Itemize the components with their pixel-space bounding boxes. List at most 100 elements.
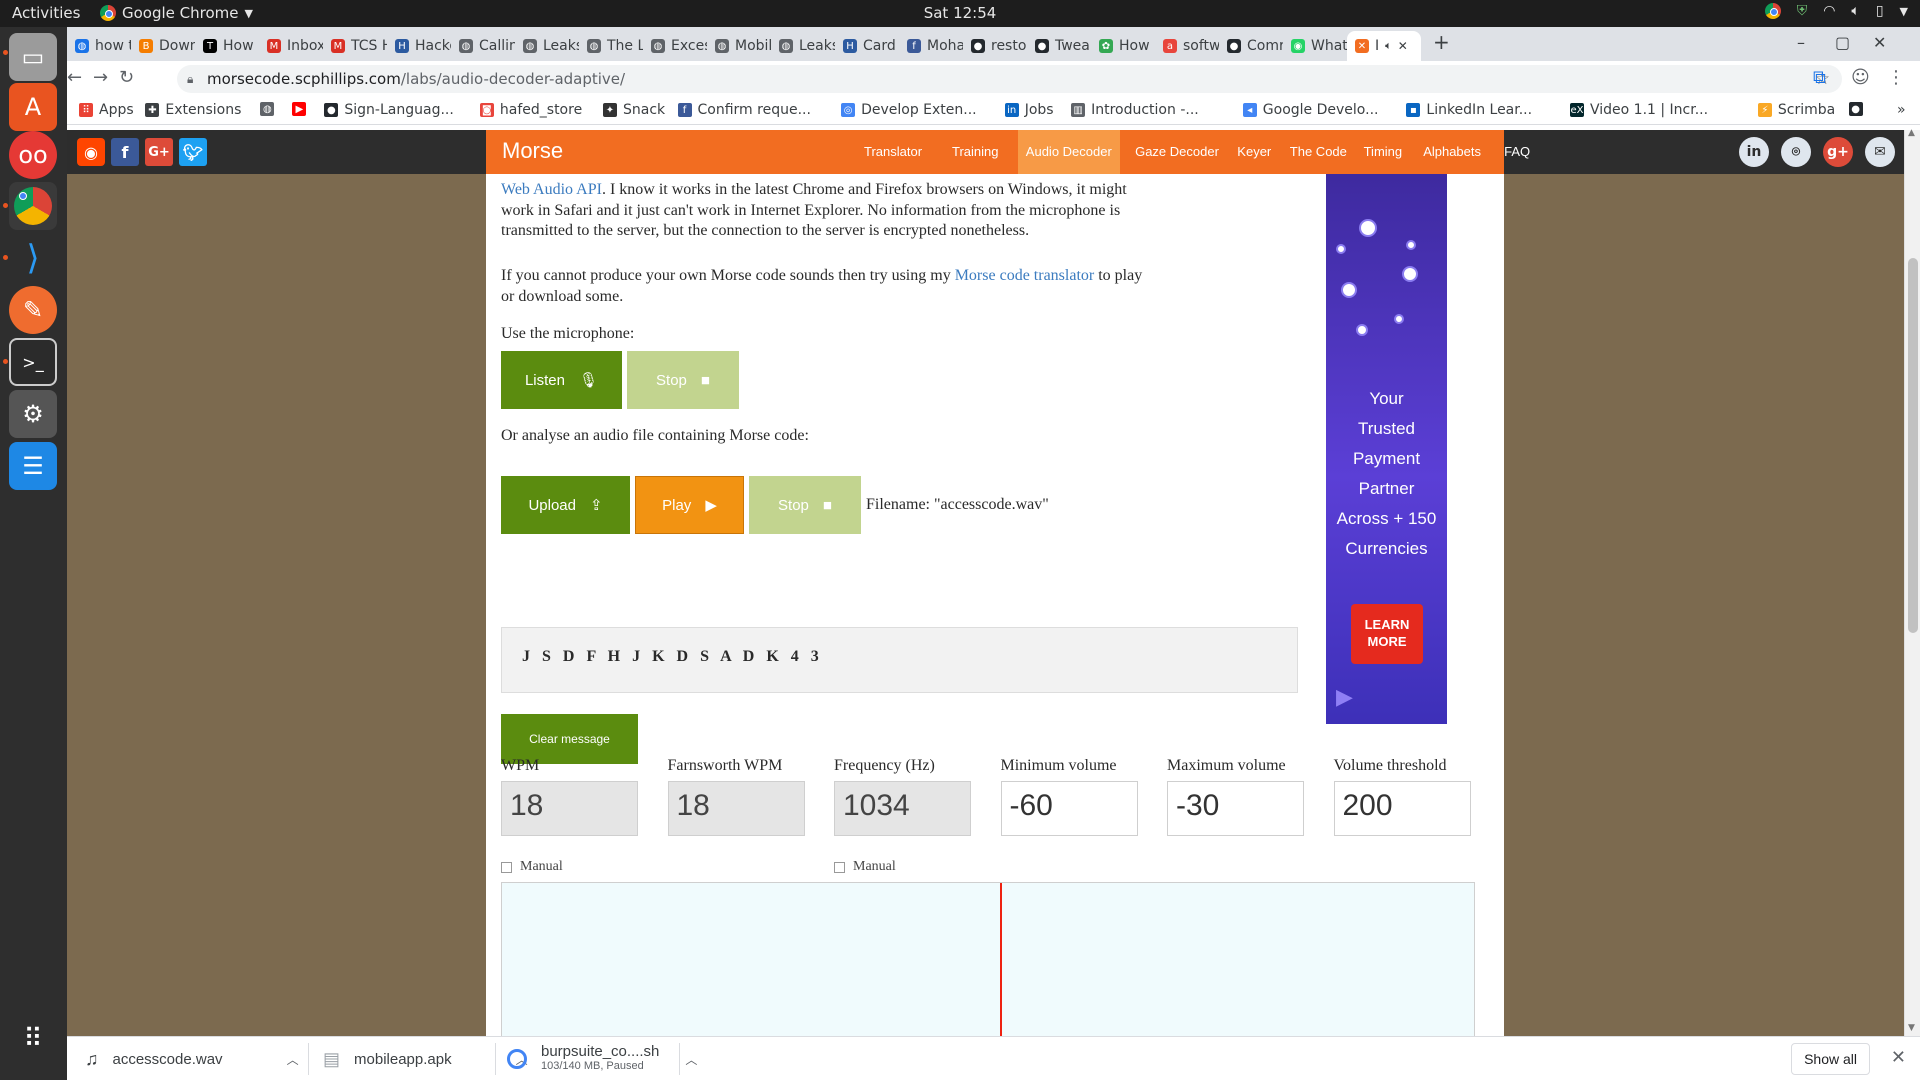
browser-tab[interactable]: a softw [1155, 31, 1219, 61]
ad-learn-more-button[interactable]: LEARN MORE [1351, 604, 1423, 664]
scrollbar-thumb[interactable] [1908, 258, 1918, 633]
download-item[interactable]: ▤ mobileapp.apk ︿ [323, 1037, 528, 1080]
morse-translator-link[interactable]: Morse code translator [955, 267, 1095, 284]
email-icon[interactable]: ✉ [1865, 137, 1895, 167]
software-center-icon[interactable]: A [9, 83, 57, 131]
scroll-down-arrow-icon[interactable]: ▼ [1908, 1023, 1915, 1033]
site-brand[interactable]: Morse [502, 138, 563, 164]
chevron-up-icon[interactable]: ︿ [287, 1051, 299, 1068]
bookmark-item[interactable]: ✚ Extensions [145, 102, 241, 118]
wifi-icon[interactable]: ◠ [1823, 3, 1835, 19]
bookmark-item[interactable]: ◎ Develop Exten... [841, 102, 977, 118]
browser-tab[interactable]: ● resto [963, 31, 1027, 61]
bookmark-item[interactable]: ◙ hafed_store [479, 102, 582, 118]
github-icon[interactable]: ⌾ [1781, 137, 1811, 167]
browser-tab[interactable]: M Inbox [259, 31, 323, 61]
extension-icon[interactable]: ⧉ [1813, 67, 1826, 88]
browser-tab[interactable]: H Card [835, 31, 899, 61]
profile-avatar[interactable]: ☺ [1851, 67, 1870, 88]
oo-app-icon[interactable]: oo [9, 131, 57, 179]
chrome-dock-icon[interactable] [9, 182, 57, 230]
show-apps-grid-icon[interactable]: ⠿ [9, 1015, 57, 1063]
facebook-icon[interactable]: f [111, 138, 139, 166]
checkbox-box[interactable] [834, 861, 845, 873]
browser-tab[interactable]: ◍ how t [67, 31, 131, 61]
google-plus-round-icon[interactable]: g+ [1823, 137, 1853, 167]
field-input-volume-threshold[interactable]: 200 [1333, 781, 1471, 836]
browser-tab[interactable]: ◍ Leaks [515, 31, 579, 61]
file-stop-button[interactable]: Stop ■ [749, 476, 861, 534]
download-item[interactable]: ♫ accesscode.wav ︿ [85, 1037, 299, 1080]
browser-tab[interactable]: ◍ Leaks [771, 31, 835, 61]
bookmark-item[interactable]: ● Sign-Languag... [324, 102, 454, 118]
browser-tab[interactable]: f Moha [899, 31, 963, 61]
browser-tab[interactable]: ● Comr [1219, 31, 1283, 61]
bookmarks-overflow-icon[interactable]: » [1897, 102, 1906, 118]
manual-frequency-checkbox[interactable]: Manual [834, 859, 896, 875]
browser-tab[interactable]: ◍ The L [579, 31, 643, 61]
maximize-button[interactable]: ▢ [1835, 33, 1850, 52]
forward-button[interactable]: → [93, 67, 108, 88]
vscode-icon[interactable]: ⟩ [9, 234, 57, 282]
field-input-maximum-volume[interactable]: -30 [1167, 781, 1304, 836]
browser-tab[interactable]: ◍ Callin [451, 31, 515, 61]
show-all-downloads-button[interactable]: Show all [1791, 1043, 1870, 1075]
bookmark-item[interactable]: eX Video 1.1 | Incr... [1570, 102, 1708, 118]
checkbox-box[interactable] [501, 861, 512, 873]
nav-link-faq[interactable]: FAQ [1496, 130, 1538, 174]
google-plus-icon[interactable]: G+ [145, 138, 173, 166]
linkedin-icon[interactable]: in [1739, 137, 1769, 167]
play-button[interactable]: Play ▶ [635, 476, 744, 534]
bookmark-item[interactable]: ⠿ Apps [79, 102, 134, 118]
browser-tab[interactable]: M TCS H [323, 31, 387, 61]
field-input-minimum-volume[interactable]: -60 [1000, 781, 1138, 836]
ad-banner[interactable]: Your Trusted Payment Partner Across + 15… [1326, 174, 1447, 724]
nav-link-the-code[interactable]: The Code [1282, 130, 1355, 174]
browser-tab[interactable]: H Hacko [387, 31, 451, 61]
browser-tab[interactable]: ◍ Exces [643, 31, 707, 61]
bookmark-item[interactable]: ● [1848, 102, 1863, 116]
bookmark-item[interactable]: ◂ Google Develo... [1242, 102, 1378, 118]
terminal-icon[interactable]: >_ [9, 338, 57, 386]
new-tab-button[interactable]: + [1433, 30, 1450, 54]
web-audio-api-link[interactable]: Web Audio API [501, 181, 602, 198]
browser-tab[interactable]: ◍ Mobil [707, 31, 771, 61]
scroll-up-arrow-icon[interactable]: ▲ [1908, 128, 1915, 138]
tab-audio-icon[interactable]: 🔈︎ [1385, 39, 1392, 53]
browser-tab[interactable]: ✿ How [1091, 31, 1155, 61]
app-menu[interactable]: Google Chrome ▼ [100, 4, 253, 22]
close-icon[interactable]: ✕ [1891, 1047, 1906, 1068]
bookmark-item[interactable]: ⚡ Scrimba [1757, 102, 1835, 118]
system-tray[interactable]: ⛨ ◠ 🔈︎ ▯ ▼ [1764, 3, 1908, 19]
browser-tab[interactable]: ✕ I 🔈︎ ✕ [1347, 31, 1421, 61]
reddit-icon[interactable]: ◉ [77, 138, 105, 166]
reload-button[interactable]: ↻ [119, 67, 134, 88]
close-window-button[interactable]: ✕ [1873, 33, 1886, 52]
listen-button[interactable]: Listen 🎙︎ [501, 351, 622, 409]
browser-tab[interactable]: ◉ What [1283, 31, 1347, 61]
clock[interactable]: Sat 12:54 [924, 4, 997, 22]
bookmark-item[interactable]: in Jobs [1004, 102, 1054, 118]
file-manager-icon[interactable]: ▭ [9, 33, 57, 81]
page-scrollbar[interactable]: ▲ ▼ [1904, 128, 1920, 1036]
shield-icon[interactable]: ⛨ [1797, 3, 1808, 19]
writer-document-icon[interactable]: ☰ [9, 442, 57, 490]
lock-icon[interactable]: 🔒︎ [187, 65, 193, 93]
chrome-tray-icon[interactable] [1764, 3, 1781, 19]
bookmark-item[interactable]: ▥ Introduction -... [1071, 102, 1199, 118]
twitter-icon[interactable]: 🐦︎ [179, 138, 207, 166]
upload-button[interactable]: Upload ⇪ [501, 476, 630, 534]
browser-tab[interactable]: ● Twea [1027, 31, 1091, 61]
close-tab-icon[interactable]: ✕ [1398, 39, 1408, 53]
bookmark-item[interactable]: f Confirm reque... [677, 102, 811, 118]
battery-icon[interactable]: ▯ [1876, 3, 1884, 19]
postman-icon[interactable]: ✎ [9, 286, 57, 334]
bookmark-item[interactable]: ▪ LinkedIn Lear... [1406, 102, 1532, 118]
activities-button[interactable]: Activities [12, 4, 80, 22]
minimize-button[interactable]: – [1797, 33, 1805, 52]
manual-wpm-checkbox[interactable]: Manual [501, 859, 563, 875]
nav-link-keyer[interactable]: Keyer [1229, 130, 1279, 174]
nav-link-timing[interactable]: Timing [1356, 130, 1411, 174]
browser-tab[interactable]: B Down [131, 31, 195, 61]
download-item[interactable]: burpsuite_co....sh 103/140 MB, Paused ︿ [507, 1037, 697, 1080]
